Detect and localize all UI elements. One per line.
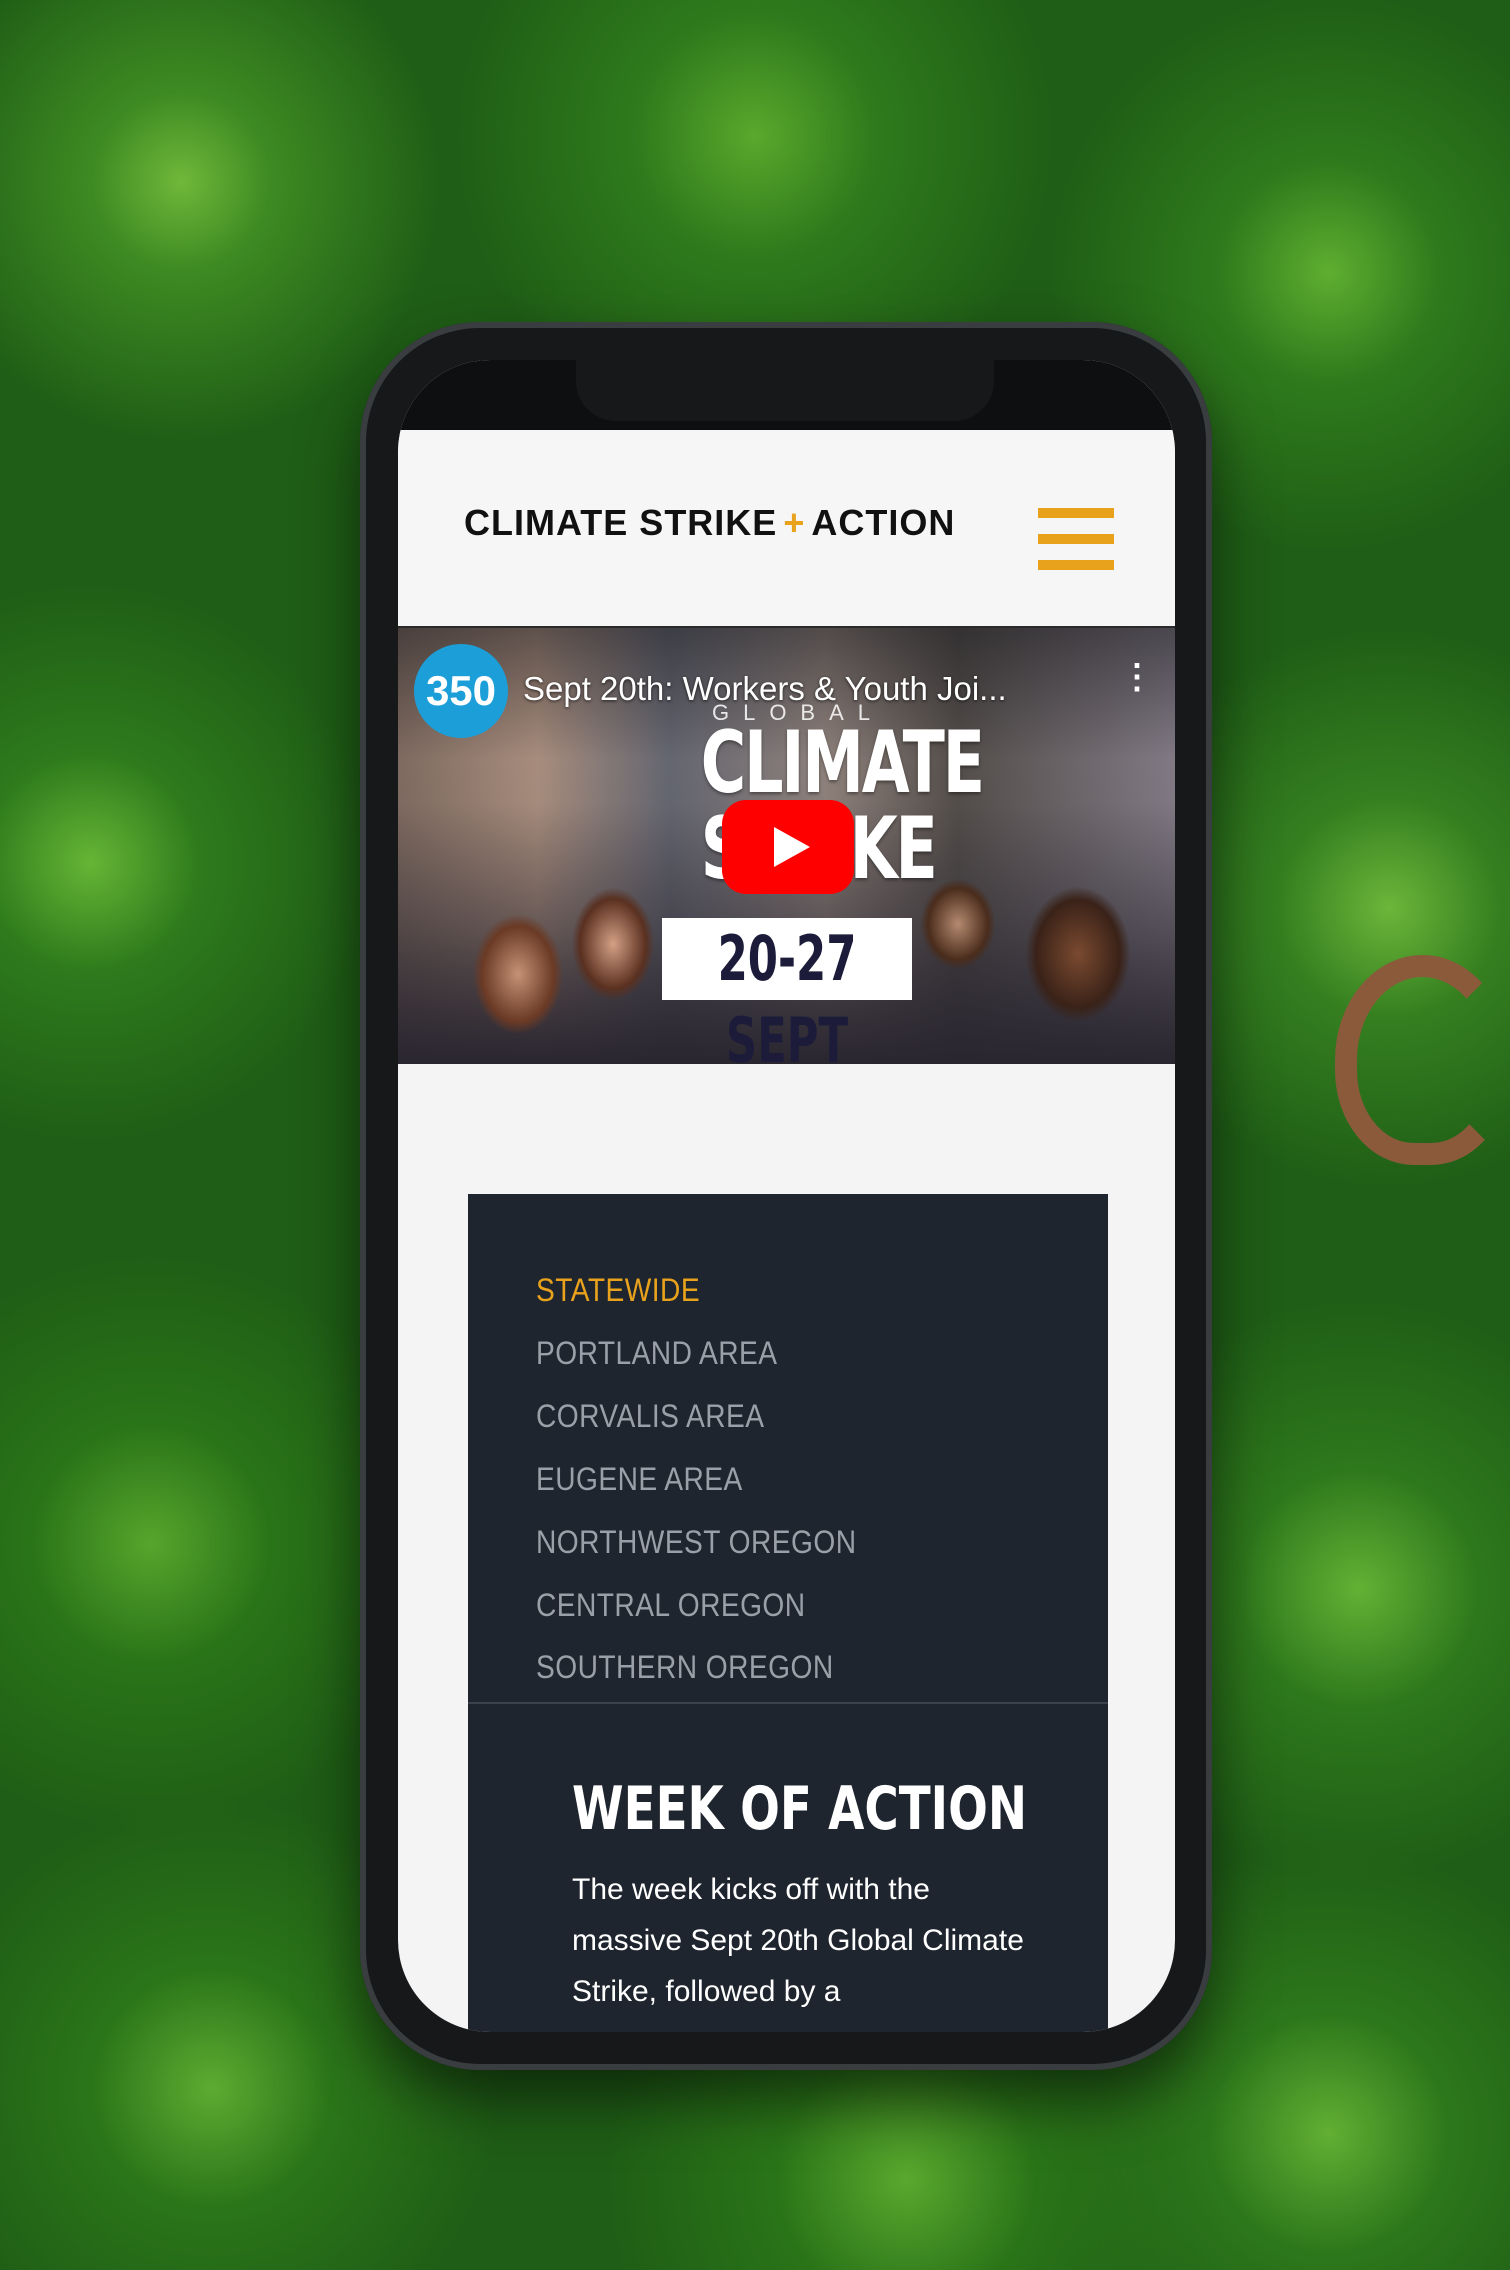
more-options-icon[interactable]: ⋮ — [1120, 660, 1154, 694]
section-title: WEEK OF ACTION — [572, 1774, 1028, 1844]
phone-notch — [576, 355, 994, 421]
logo-text-right: ACTION — [811, 502, 956, 543]
region-item-central[interactable]: CENTRAL OREGON — [536, 1587, 806, 1624]
region-item-northwest[interactable]: NORTHWEST OREGON — [536, 1524, 856, 1561]
region-item-corvalis[interactable]: CORVALIS AREA — [536, 1398, 764, 1435]
youtube-play-icon[interactable] — [722, 800, 854, 894]
divider — [468, 1702, 1108, 1704]
site-header: CLIMATE STRIKE + ACTION — [398, 430, 1175, 628]
channel-logo[interactable]: 350 — [414, 644, 508, 738]
site-logo[interactable]: CLIMATE STRIKE + ACTION — [464, 502, 955, 544]
poster-dates: 20-27 SEPT — [662, 918, 912, 1064]
region-item-eugene[interactable]: EUGENE AREA — [536, 1461, 743, 1498]
logo-text-left: CLIMATE STRIKE — [464, 502, 778, 543]
logo-plus: + — [783, 502, 806, 543]
region-panel: STATEWIDE PORTLAND AREA CORVALIS AREA EU… — [468, 1194, 1108, 2032]
region-item-southern[interactable]: SOUTHERN OREGON — [536, 1649, 834, 1686]
horseshoe-charm — [1335, 955, 1510, 1165]
video-embed[interactable]: GLOBAL CLIMATE STRIKE 20-27 SEPT 350 Sep… — [398, 628, 1175, 1064]
phone-screen: CLIMATE STRIKE+ACTION GLOBAL CLIMATE STR… — [398, 360, 1175, 2032]
region-item-statewide[interactable]: STATEWIDE — [536, 1272, 700, 1309]
region-item-portland[interactable]: PORTLAND AREA — [536, 1335, 778, 1372]
video-title[interactable]: Sept 20th: Workers & Youth Joi... — [523, 670, 1007, 708]
hamburger-icon[interactable] — [1038, 508, 1114, 570]
section-body: The week kicks off with the massive Sept… — [572, 1873, 1024, 2008]
